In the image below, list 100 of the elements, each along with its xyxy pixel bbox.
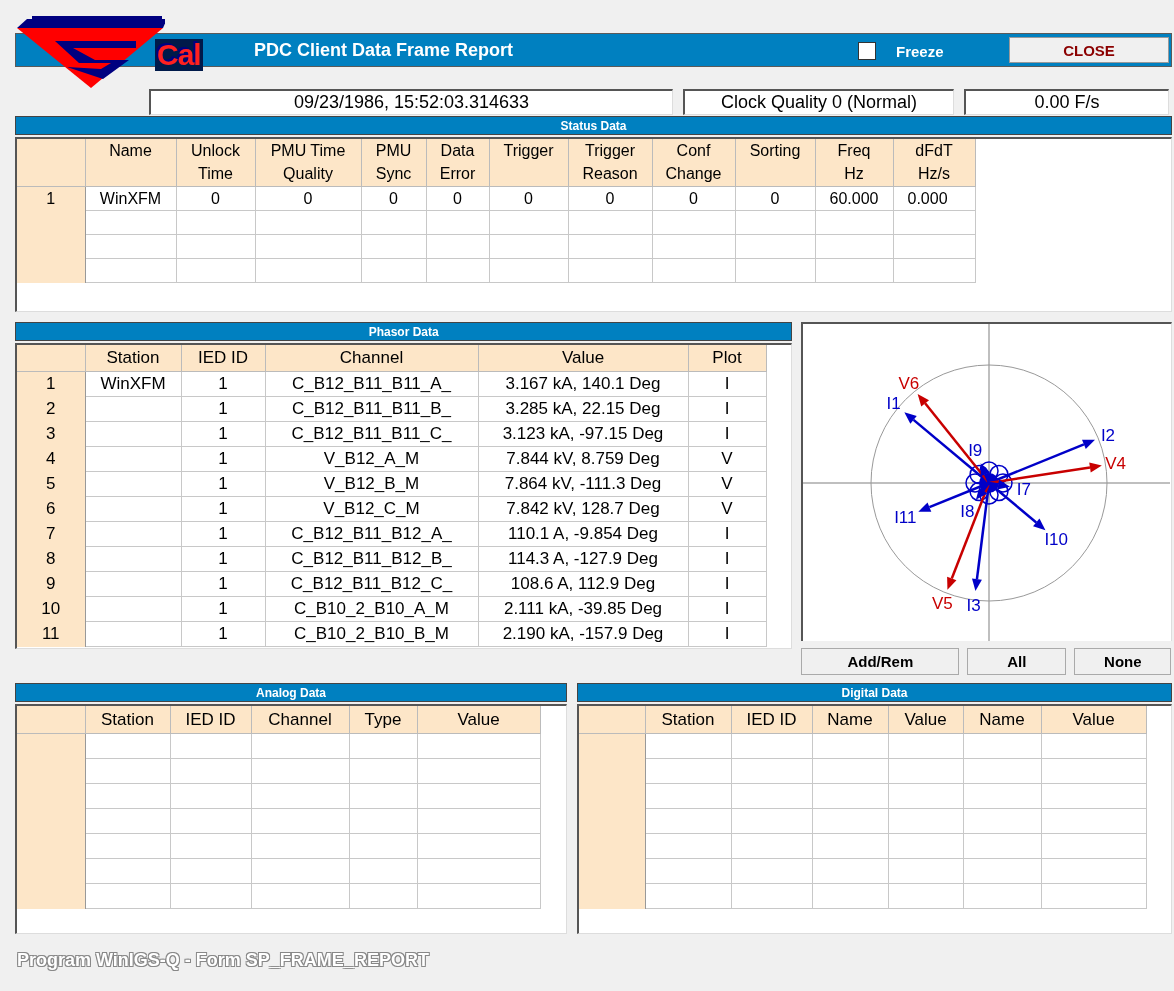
row-number: 8 (17, 546, 85, 572)
table-cell: I (688, 621, 766, 647)
row-header-cell (17, 883, 85, 909)
footer-text: Program WinIGS-Q - Form SP_FRAME_REPORT (17, 950, 429, 970)
table-cell: WinXFM (85, 371, 181, 397)
phasor-label: I1 (886, 394, 902, 414)
table-cell: 108.6 A, 112.9 Deg (478, 571, 688, 597)
table-cell: V (688, 471, 766, 497)
column-header: Type (349, 706, 417, 734)
phasor-label: I8 (960, 501, 975, 521)
table-cell: C_B10_2_B10_B_M (265, 621, 478, 647)
frame-rate-field: 0.00 F/s (964, 89, 1169, 115)
column-header: Name (812, 706, 888, 734)
phasor-label: I7 (1017, 480, 1032, 500)
table-cell: I (688, 396, 766, 422)
table-cell: 1 (181, 471, 265, 497)
table-cell: 0 (361, 186, 426, 211)
table-cell: 0 (735, 186, 815, 211)
close-button[interactable]: CLOSE (1009, 37, 1169, 63)
phasor-label: I3 (966, 595, 982, 615)
column-header: Value (888, 706, 963, 734)
column-header: Channel (251, 706, 349, 734)
column-header: Trigger Reason (568, 139, 652, 187)
column-header: Station (645, 706, 731, 734)
column-header: Data Error (426, 139, 489, 187)
column-header: Channel (265, 345, 478, 372)
column-header: Value (478, 345, 688, 372)
window-title: PDC Client Data Frame Report (254, 40, 514, 61)
panel-title-bar: Analog Data (15, 683, 567, 702)
column-header: Name (85, 139, 176, 187)
row-header-corner (17, 706, 85, 734)
phasor-label: I11 (894, 508, 917, 527)
table-cell: V (688, 496, 766, 522)
table-cell: C_B12_B11_B11_B_ (265, 396, 478, 422)
table-cell: 2.190 kA, -157.9 Deg (478, 621, 688, 647)
table-cell: 0.000 (893, 186, 975, 211)
table-cell: V (688, 446, 766, 472)
table-cell: I (688, 596, 766, 622)
column-header: PMU Time Quality (255, 139, 361, 187)
phasor-label: I2 (1101, 425, 1116, 445)
panel-title-bar: Digital Data (577, 683, 1172, 702)
table-cell: 1 (181, 496, 265, 522)
table-cell: 3.167 kA, 140.1 Deg (478, 371, 688, 397)
column-header: IED ID (170, 706, 251, 734)
column-header: Conf Change (652, 139, 735, 187)
table-cell: 1 (181, 546, 265, 572)
table-cell: 60.000 (815, 186, 893, 211)
table-cell: 0 (652, 186, 735, 211)
phasor-label: V4 (1105, 454, 1127, 474)
column-header: Trigger (489, 139, 568, 187)
table-cell: 114.3 A, -127.9 Deg (478, 546, 688, 572)
table-cell: C_B10_2_B10_A_M (265, 596, 478, 622)
table-cell: 3.285 kA, 22.15 Deg (478, 396, 688, 422)
table-cell: 0 (489, 186, 568, 211)
table-cell: I (688, 546, 766, 572)
row-number: 5 (17, 471, 85, 497)
column-header: Sorting (735, 139, 815, 187)
table-cell: 1 (181, 396, 265, 422)
add-remove-button[interactable]: Add/Rem (801, 648, 960, 675)
row-number: 4 (17, 446, 85, 472)
phasor-label: I9 (968, 441, 983, 461)
row-number: 11 (17, 621, 85, 647)
all-button[interactable]: All (967, 648, 1067, 675)
row-header-cell (579, 733, 645, 759)
row-number: 3 (17, 421, 85, 447)
none-button[interactable]: None (1074, 648, 1172, 675)
table-cell: 1 (181, 521, 265, 547)
column-header: Freq Hz (815, 139, 893, 187)
table-cell: 110.1 A, -9.854 Deg (478, 521, 688, 547)
column-header: dFdT Hz/s (893, 139, 975, 187)
table-cell: 1 (181, 446, 265, 472)
row-number: 1 (17, 186, 85, 211)
table-cell: 1 (181, 571, 265, 597)
table-cell: 1 (181, 596, 265, 622)
timestamp-field: 09/23/1986, 15:52:03.314633 (149, 89, 673, 115)
table-cell: 2.111 kA, -39.85 Deg (478, 596, 688, 622)
row-header-corner (17, 139, 85, 187)
row-number: 10 (17, 596, 85, 622)
row-header-corner (579, 706, 645, 734)
table-cell: 1 (181, 371, 265, 397)
phasor-label: I10 (1044, 530, 1069, 550)
phasor-label: V5 (932, 593, 954, 613)
freeze-checkbox[interactable] (858, 42, 876, 60)
row-header-corner (17, 345, 85, 372)
column-header: Value (417, 706, 540, 734)
table-cell: WinXFM (85, 186, 176, 211)
table-cell: 0 (255, 186, 361, 211)
freeze-label: Freeze (896, 43, 944, 60)
panel-title-bar: Status Data (15, 116, 1172, 135)
table-cell: 0 (176, 186, 255, 211)
table-cell: 7.844 kV, 8.759 Deg (478, 446, 688, 472)
row-number: 2 (17, 396, 85, 422)
row-number: 9 (17, 571, 85, 597)
column-header: Unlock Time (176, 139, 255, 187)
table-cell: 0 (426, 186, 489, 211)
table-cell: C_B12_B11_B12_C_ (265, 571, 478, 597)
table-cell: C_B12_B11_B12_A_ (265, 521, 478, 547)
column-header: Station (85, 706, 170, 734)
table-cell: I (688, 571, 766, 597)
table-cell: 3.123 kA, -97.15 Deg (478, 421, 688, 447)
